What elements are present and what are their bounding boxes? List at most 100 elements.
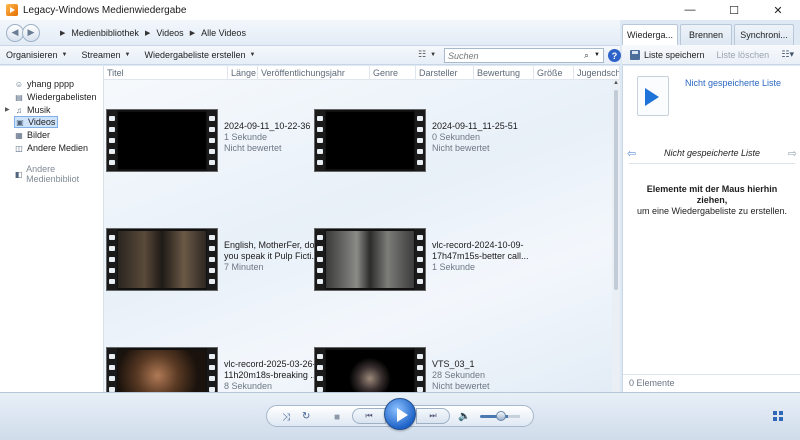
- arrow-right-icon[interactable]: ⇨: [784, 147, 800, 160]
- view-options-button[interactable]: ☷ ▼: [418, 49, 436, 60]
- video-duration: 0 Sekunden: [432, 132, 481, 142]
- video-duration: 8 Sekunden: [224, 381, 273, 391]
- nav-item-videos[interactable]: ▣ Videos: [14, 116, 59, 128]
- breadcrumb-videos[interactable]: Videos: [156, 28, 183, 38]
- column-header-title[interactable]: Titel: [104, 66, 228, 80]
- scroll-thumb[interactable]: [614, 90, 618, 290]
- stream-menu[interactable]: Streamen ▼: [81, 50, 130, 60]
- column-header-size[interactable]: Größe: [534, 66, 574, 80]
- nav-item-label: Bilder: [27, 130, 51, 140]
- column-header-length[interactable]: Länge: [228, 66, 258, 80]
- drag-hint-text: um eine Wiedergabeliste zu erstellen.: [636, 206, 788, 216]
- breadcrumb-all-videos[interactable]: Alle Videos: [201, 28, 246, 38]
- tab-sync[interactable]: Synchroni...: [734, 24, 794, 45]
- column-header-actors[interactable]: Darsteller: [416, 66, 474, 80]
- tab-burn[interactable]: Brennen: [680, 24, 732, 45]
- playlist-play-icon: [637, 76, 669, 116]
- nav-item-music[interactable]: ♫ Musik: [14, 104, 51, 116]
- column-header-year[interactable]: Veröffentlichungsjahr: [258, 66, 370, 80]
- help-icon[interactable]: ?: [608, 49, 621, 62]
- search-input[interactable]: [445, 49, 575, 62]
- content-scrollbar[interactable]: ▲: [612, 80, 620, 392]
- volume-knob[interactable]: [496, 411, 506, 421]
- create-playlist-label: Wiedergabeliste erstellen: [144, 50, 246, 60]
- volume-icon[interactable]: 🔈: [458, 411, 470, 422]
- expand-icon[interactable]: ▶: [5, 106, 10, 113]
- video-thumbnail[interactable]: [314, 347, 426, 392]
- video-thumbnail[interactable]: [314, 228, 426, 291]
- video-thumbnail[interactable]: [106, 228, 218, 291]
- play-button[interactable]: [384, 398, 416, 430]
- nav-item-user[interactable]: ☺ yhang pppp: [14, 78, 74, 90]
- maximize-button[interactable]: ☐: [712, 0, 756, 20]
- toolbar: Organisieren ▼ Streamen ▼ Wiedergabelist…: [0, 45, 621, 65]
- video-tile[interactable]: vlc-record-2025-03-26- 11h20m18s-breakin…: [106, 347, 320, 392]
- video-title: English, MotherFer, do: [224, 240, 315, 250]
- video-info: 2024-09-11_10-22-36 1 Sekunde Nicht bewe…: [224, 121, 320, 172]
- video-rating[interactable]: Nicht bewertet: [224, 143, 320, 154]
- nav-item-other-media[interactable]: ◫ Andere Medien: [14, 142, 88, 154]
- caret-down-icon: ▼: [124, 52, 131, 58]
- list-options-icon[interactable]: ☷▾: [781, 49, 794, 60]
- repeat-icon[interactable]: ↻: [302, 411, 310, 422]
- previous-button[interactable]: ⏮: [352, 408, 386, 424]
- stop-icon[interactable]: ■: [334, 412, 340, 423]
- nav-item-label: Musik: [27, 105, 51, 115]
- video-tile[interactable]: 2024-09-11_10-22-36 1 Sekunde Nicht bewe…: [106, 109, 320, 172]
- close-button[interactable]: ✕: [756, 0, 800, 20]
- video-rating[interactable]: Nicht bewertet: [432, 381, 528, 392]
- picture-icon: ▦: [15, 130, 23, 140]
- video-tile[interactable]: vlc-record-2024-10-09- 17h47m15s-better …: [314, 228, 528, 291]
- save-list-button[interactable]: Liste speichern: [644, 50, 705, 60]
- video-tile[interactable]: English, MotherFer, do you speak it Pulp…: [106, 228, 320, 291]
- unsaved-list-link[interactable]: Nicht gespeicherte Liste: [685, 78, 781, 88]
- nav-item-label: Andere Medienbibliot: [26, 164, 80, 184]
- arrow-left-icon[interactable]: ⇦: [623, 147, 640, 160]
- video-info: English, MotherFer, do you speak it Pulp…: [224, 240, 320, 291]
- save-icon: [630, 49, 640, 60]
- caret-down-icon[interactable]: ▼: [594, 52, 600, 58]
- nav-item-playlists[interactable]: ▤ Wiedergabelisten: [14, 91, 96, 103]
- forward-button[interactable]: ▶: [22, 23, 40, 42]
- next-icon: ⏭: [429, 411, 437, 420]
- shuffle-icon[interactable]: ⤨: [282, 412, 290, 423]
- breadcrumb: ▶ Medienbibliothek ▶ Videos ▶ Alle Video…: [54, 28, 246, 38]
- next-button[interactable]: ⏭: [416, 408, 450, 424]
- breadcrumb-library[interactable]: Medienbibliothek: [71, 28, 139, 38]
- video-title: vlc-record-2024-10-09-: [432, 240, 524, 250]
- video-thumbnail[interactable]: [106, 347, 218, 392]
- caret-down-icon: ▼: [249, 52, 256, 58]
- video-title-line2: you speak it Pulp Ficti...: [224, 251, 320, 261]
- minimize-button[interactable]: —: [668, 0, 712, 20]
- video-duration: 1 Sekunde: [432, 262, 476, 272]
- player-controls: ⤨ ↻ ■ ⏮ ⏭ 🔈: [0, 392, 800, 440]
- video-rating[interactable]: Nicht bewertet: [432, 143, 528, 154]
- video-thumbnail[interactable]: [106, 109, 218, 172]
- column-header-parental[interactable]: Jugendschut: [574, 66, 620, 80]
- video-tile[interactable]: VTS_03_1 28 Sekunden Nicht bewertet: [314, 347, 528, 392]
- nav-item-other-libraries[interactable]: ◧ Andere Medienbibliot: [14, 164, 103, 184]
- tab-play[interactable]: Wiederga...: [622, 24, 678, 45]
- video-title: 2024-09-11_11-25-51: [432, 121, 518, 131]
- scroll-up-icon[interactable]: ▲: [613, 80, 619, 86]
- column-header-genre[interactable]: Genre: [370, 66, 416, 80]
- video-tile[interactable]: 2024-09-11_11-25-51 0 Sekunden Nicht bew…: [314, 109, 528, 172]
- title-bar: Legacy-Windows Medienwiedergabe — ☐ ✕: [0, 0, 800, 20]
- search-box: ⌕ ▼: [444, 48, 604, 63]
- create-playlist-menu[interactable]: Wiedergabeliste erstellen ▼: [144, 50, 255, 60]
- chevron-right-icon: ▶: [60, 29, 66, 37]
- video-thumbnail[interactable]: [314, 109, 426, 172]
- window-controls: — ☐ ✕: [668, 0, 800, 20]
- column-header-rating[interactable]: Bewertung: [474, 66, 534, 80]
- switch-to-now-playing-icon[interactable]: [773, 411, 783, 421]
- divider: [629, 163, 795, 164]
- caret-down-icon: ▼: [61, 52, 68, 58]
- organize-menu[interactable]: Organisieren ▼: [6, 50, 67, 60]
- playlist-nav: ⇦ Nicht gespeicherte Liste ⇨: [623, 146, 800, 160]
- video-title-line2: 11h20m18s-breaking ...: [224, 370, 318, 380]
- clear-list-button[interactable]: Liste löschen: [717, 50, 770, 60]
- nav-item-pictures[interactable]: ▦ Bilder: [14, 129, 50, 141]
- search-icon[interactable]: ⌕: [584, 50, 589, 61]
- playlist-title: Nicht gespeicherte Liste: [663, 148, 761, 158]
- nav-item-label: yhang pppp: [27, 79, 75, 89]
